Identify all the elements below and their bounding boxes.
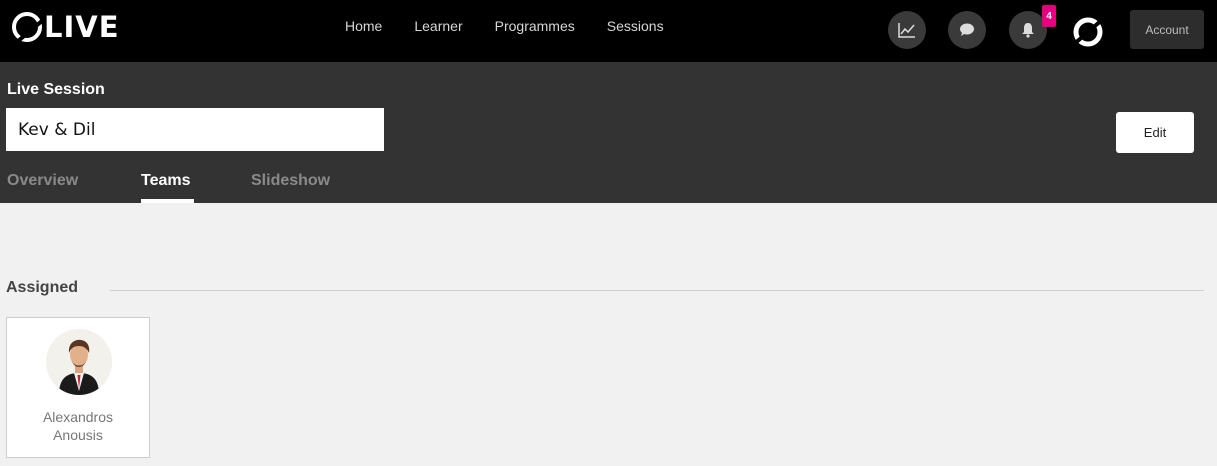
top-navbar: LIVE Home Learner Programmes Sessions 4 … (0, 0, 1217, 62)
tab-overview[interactable]: Overview (7, 172, 78, 190)
messages-button[interactable] (948, 11, 986, 49)
avatar (46, 329, 112, 395)
nav-home[interactable]: Home (345, 18, 382, 34)
sync-icon[interactable] (1071, 15, 1105, 49)
nav-programmes[interactable]: Programmes (495, 18, 575, 34)
logo-o-mark (12, 12, 42, 42)
chat-bubble-icon (960, 23, 974, 36)
member-card[interactable]: Alexandros Anousis (6, 317, 150, 458)
edit-button[interactable]: Edit (1116, 112, 1194, 153)
section-divider (110, 290, 1204, 291)
olive-logo[interactable]: LIVE (12, 9, 120, 45)
main-nav: Home Learner Programmes Sessions (345, 18, 696, 34)
session-header: Live Session Kev & Dil Edit Overview Tea… (0, 62, 1217, 203)
active-tab-indicator (141, 199, 194, 203)
notification-count-badge: 4 (1042, 5, 1056, 27)
tab-teams[interactable]: Teams (141, 172, 191, 190)
assigned-section-label: Assigned (6, 279, 79, 296)
account-button[interactable]: Account (1130, 10, 1204, 49)
session-name-field[interactable]: Kev & Dil (6, 108, 384, 151)
bell-icon (1022, 23, 1034, 38)
tab-slideshow[interactable]: Slideshow (251, 172, 330, 190)
logo-text: LIVE (44, 10, 120, 44)
chart-icon (898, 23, 915, 38)
nav-sessions[interactable]: Sessions (607, 18, 664, 34)
analytics-button[interactable] (888, 11, 926, 49)
page-title: Live Session (7, 81, 105, 98)
nav-learner[interactable]: Learner (414, 18, 462, 34)
person-avatar-icon (46, 329, 112, 395)
member-name: Alexandros Anousis (42, 409, 114, 443)
